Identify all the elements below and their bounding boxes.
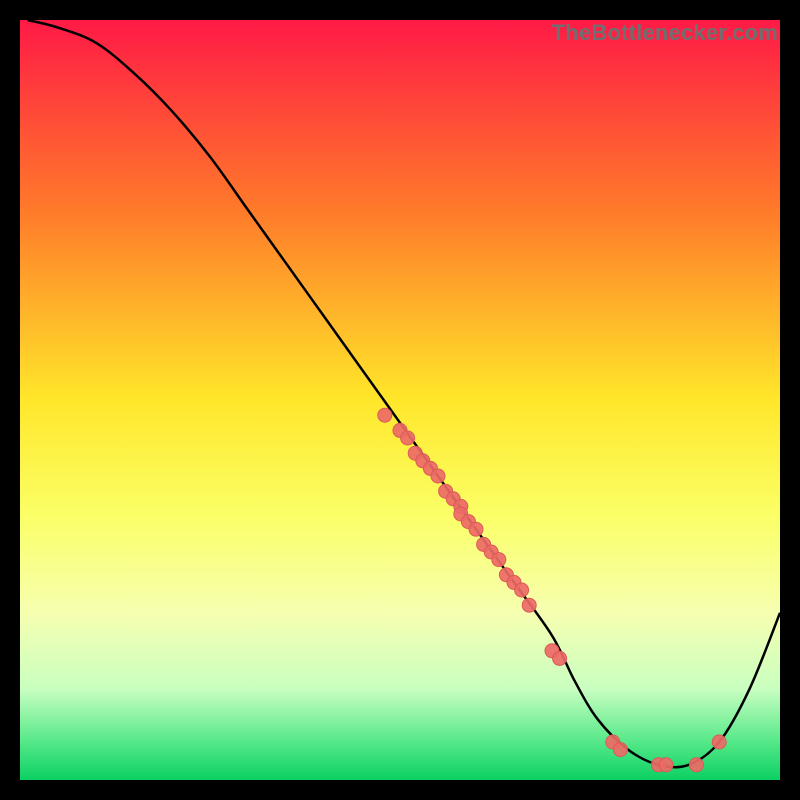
watermark-text: TheBottlenecker.com	[552, 20, 778, 46]
gradient-background	[20, 20, 780, 780]
data-point	[492, 553, 506, 567]
data-point	[469, 522, 483, 536]
data-point	[659, 758, 673, 772]
data-point	[378, 408, 392, 422]
data-point	[515, 583, 529, 597]
data-point	[401, 431, 415, 445]
data-point	[689, 758, 703, 772]
data-point	[613, 743, 627, 757]
chart-frame: TheBottlenecker.com	[20, 20, 780, 780]
chart-svg	[20, 20, 780, 780]
data-point	[553, 651, 567, 665]
data-point	[522, 598, 536, 612]
data-point	[431, 469, 445, 483]
data-point	[712, 735, 726, 749]
